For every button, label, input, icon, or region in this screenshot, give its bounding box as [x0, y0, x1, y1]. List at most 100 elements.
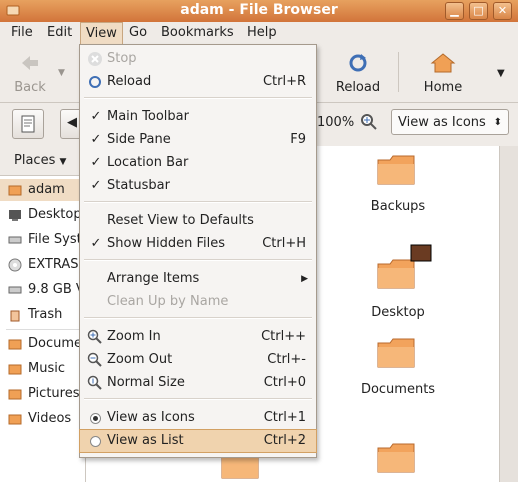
place-trash[interactable]: Trash [0, 304, 85, 326]
submenu-arrow-icon: ▶ [301, 274, 308, 284]
home-button[interactable]: Home [418, 52, 468, 95]
menu-item-accel: Ctrl+1 [263, 410, 306, 425]
toolbar-separator [398, 52, 399, 92]
place-extras[interactable]: EXTRAS [0, 254, 85, 276]
toggle-location-button[interactable] [12, 109, 44, 139]
zoom-normal-icon [87, 375, 102, 390]
view-mode-value: View as Icons [398, 115, 486, 130]
file-label-documents[interactable]: Documents [348, 382, 448, 397]
place-label: adam [28, 182, 65, 197]
place-label: File System [28, 232, 85, 247]
place-label: Pictures [28, 386, 80, 401]
places-label: Places [14, 153, 56, 168]
zoom-in-icon[interactable] [360, 113, 378, 131]
menu-separator [84, 317, 312, 319]
menu-item-show-hidden[interactable]: ✓ Show Hidden Files Ctrl+H [80, 233, 316, 255]
close-button[interactable]: ✕ [493, 2, 512, 20]
zoom-level: 100% [317, 115, 355, 130]
menu-item-label: Zoom In [107, 329, 161, 344]
menu-item-label: Reset View to Defaults [107, 213, 254, 228]
stop-icon [88, 52, 102, 66]
place-home[interactable]: adam [0, 179, 85, 201]
updown-arrow-icon: ⬍ [493, 117, 502, 128]
trash-icon [10, 310, 20, 322]
place-volume[interactable]: 9.8 GB Volume [0, 279, 85, 301]
menu-item-reload[interactable]: Reload Ctrl+R [80, 71, 316, 93]
folder-icon[interactable] [376, 442, 416, 474]
back-history-icon[interactable]: ▼ [58, 68, 65, 78]
check-icon: ✓ [90, 109, 102, 124]
menu-item-label: Stop [107, 51, 137, 66]
menu-go[interactable]: Go [129, 25, 147, 40]
drive-icon [8, 236, 22, 244]
menu-item-accel: Ctrl++ [261, 329, 306, 344]
emblem-icon [410, 244, 432, 262]
place-filesystem[interactable]: File System [0, 229, 85, 251]
reload-icon [89, 76, 101, 88]
check-icon: ✓ [90, 155, 102, 170]
place-desktop[interactable]: Desktop [0, 204, 85, 226]
menu-item-view-as-list[interactable]: View as List Ctrl+2 [79, 429, 317, 453]
place-pictures[interactable]: Pictures [0, 383, 85, 405]
folder-icon [8, 414, 22, 425]
menu-item-view-as-icons[interactable]: View as Icons Ctrl+1 [80, 407, 316, 429]
menu-item-label: Zoom Out [107, 352, 173, 367]
back-button[interactable]: Back [8, 52, 52, 95]
place-videos[interactable]: Videos [0, 408, 85, 430]
place-music[interactable]: Music [0, 358, 85, 380]
check-icon: ✓ [90, 178, 102, 193]
folder-icon[interactable] [376, 258, 416, 290]
menu-item-label: Reload [107, 74, 152, 89]
vertical-scrollbar[interactable] [499, 146, 518, 482]
menu-help[interactable]: Help [247, 25, 277, 40]
title-bar: adam - File Browser ▁ □ ✕ [0, 0, 518, 22]
menu-item-zoom-in[interactable]: Zoom In Ctrl++ [80, 326, 316, 348]
menu-edit[interactable]: Edit [47, 25, 72, 40]
menu-item-label: Show Hidden Files [107, 236, 225, 251]
menu-item-stop: Stop [80, 48, 316, 70]
reload-icon [349, 54, 367, 72]
chevron-left-icon: ◀ [67, 115, 77, 130]
place-label: 9.8 GB Volume [28, 282, 85, 297]
menu-item-reset-view[interactable]: Reset View to Defaults [80, 210, 316, 232]
check-icon: ✓ [90, 132, 102, 147]
menu-item-location-bar[interactable]: ✓ Location Bar [80, 152, 316, 174]
menu-bookmarks[interactable]: Bookmarks [161, 25, 234, 40]
minimize-button[interactable]: ▁ [445, 2, 464, 20]
toolbar-overflow-icon[interactable]: ▼ [497, 68, 505, 79]
menu-separator [84, 398, 312, 400]
menu-item-arrange-items[interactable]: Arrange Items ▶ [80, 268, 316, 290]
file-label-desktop[interactable]: Desktop [348, 305, 448, 320]
reload-label: Reload [335, 80, 381, 95]
reload-button[interactable]: Reload [330, 52, 386, 95]
menu-item-statusbar[interactable]: ✓ Statusbar [80, 175, 316, 197]
folder-icon [8, 364, 22, 375]
menu-item-clean-up: Clean Up by Name [80, 291, 316, 313]
menu-item-accel: Ctrl+2 [263, 433, 306, 448]
menu-item-zoom-out[interactable]: Zoom Out Ctrl+- [80, 349, 316, 371]
folder-icon[interactable] [376, 337, 416, 369]
places-dropdown[interactable]: Places ▼ [0, 146, 85, 176]
home-label: Home [423, 80, 463, 95]
place-label: Music [28, 361, 65, 376]
menu-file[interactable]: File [11, 25, 33, 40]
menu-item-label: Clean Up by Name [107, 294, 229, 309]
file-label-backups[interactable]: Backups [348, 199, 448, 214]
sidepane-separator [6, 329, 80, 330]
menu-item-side-pane[interactable]: ✓ Side Pane F9 [80, 129, 316, 151]
maximize-button[interactable]: □ [469, 2, 488, 20]
menu-item-label: Normal Size [107, 375, 185, 390]
place-documents[interactable]: Documents [0, 333, 85, 355]
menu-item-normal-size[interactable]: Normal Size Ctrl+0 [80, 372, 316, 394]
view-menu: Stop Reload Ctrl+R ✓ Main Toolbar ✓ Side… [79, 44, 317, 458]
view-mode-select[interactable]: View as Icons ⬍ [391, 109, 509, 135]
window-title: adam - File Browser [180, 2, 338, 18]
folder-icon[interactable] [376, 154, 416, 186]
close-icon: ✕ [497, 4, 508, 17]
place-label: EXTRAS [28, 257, 79, 272]
menu-view[interactable]: View [80, 22, 123, 45]
menu-item-label: Side Pane [107, 132, 171, 147]
menu-item-main-toolbar[interactable]: ✓ Main Toolbar [80, 106, 316, 128]
folder-icon [8, 339, 22, 350]
menu-separator [84, 97, 312, 99]
